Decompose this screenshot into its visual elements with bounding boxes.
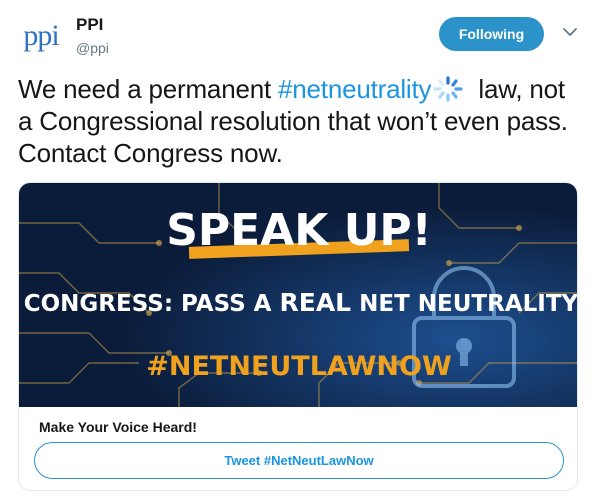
- tweet-text-before: We need a permanent: [18, 74, 279, 104]
- card-image-hashtag: #NETNEUTLAWNOW: [146, 351, 451, 382]
- card-image[interactable]: SPEAK UP! TELL CONGRESS: PASS A REAL NET…: [19, 183, 578, 407]
- avatar[interactable]: ppi: [18, 16, 64, 56]
- card-image-subhead: TELL CONGRESS: PASS A REAL NET NEUTRALIT…: [19, 288, 578, 317]
- card-title[interactable]: Make Your Voice Heard!: [39, 419, 197, 435]
- display-name[interactable]: PPI: [76, 14, 109, 36]
- link-card[interactable]: SPEAK UP! TELL CONGRESS: PASS A REAL NET…: [18, 182, 578, 491]
- account-handle[interactable]: @ppi: [76, 38, 109, 58]
- following-button[interactable]: Following: [439, 17, 544, 51]
- tweet-header: ppi PPI @ppi Following: [18, 14, 584, 60]
- account-name-block[interactable]: PPI @ppi: [76, 14, 109, 58]
- tweet-hashtag-link[interactable]: #netneutrality: [278, 74, 432, 104]
- avatar-logo-text: ppi: [23, 19, 59, 52]
- card-image-headline: SPEAK UP!: [166, 205, 432, 256]
- spinner-emoji-icon: [433, 76, 463, 102]
- tweet-hashtag-button[interactable]: Tweet #NetNeutLawNow: [34, 442, 564, 479]
- chevron-down-icon[interactable]: [562, 24, 578, 40]
- tweet-text: We need a permanent #netneutrality law, …: [18, 73, 584, 169]
